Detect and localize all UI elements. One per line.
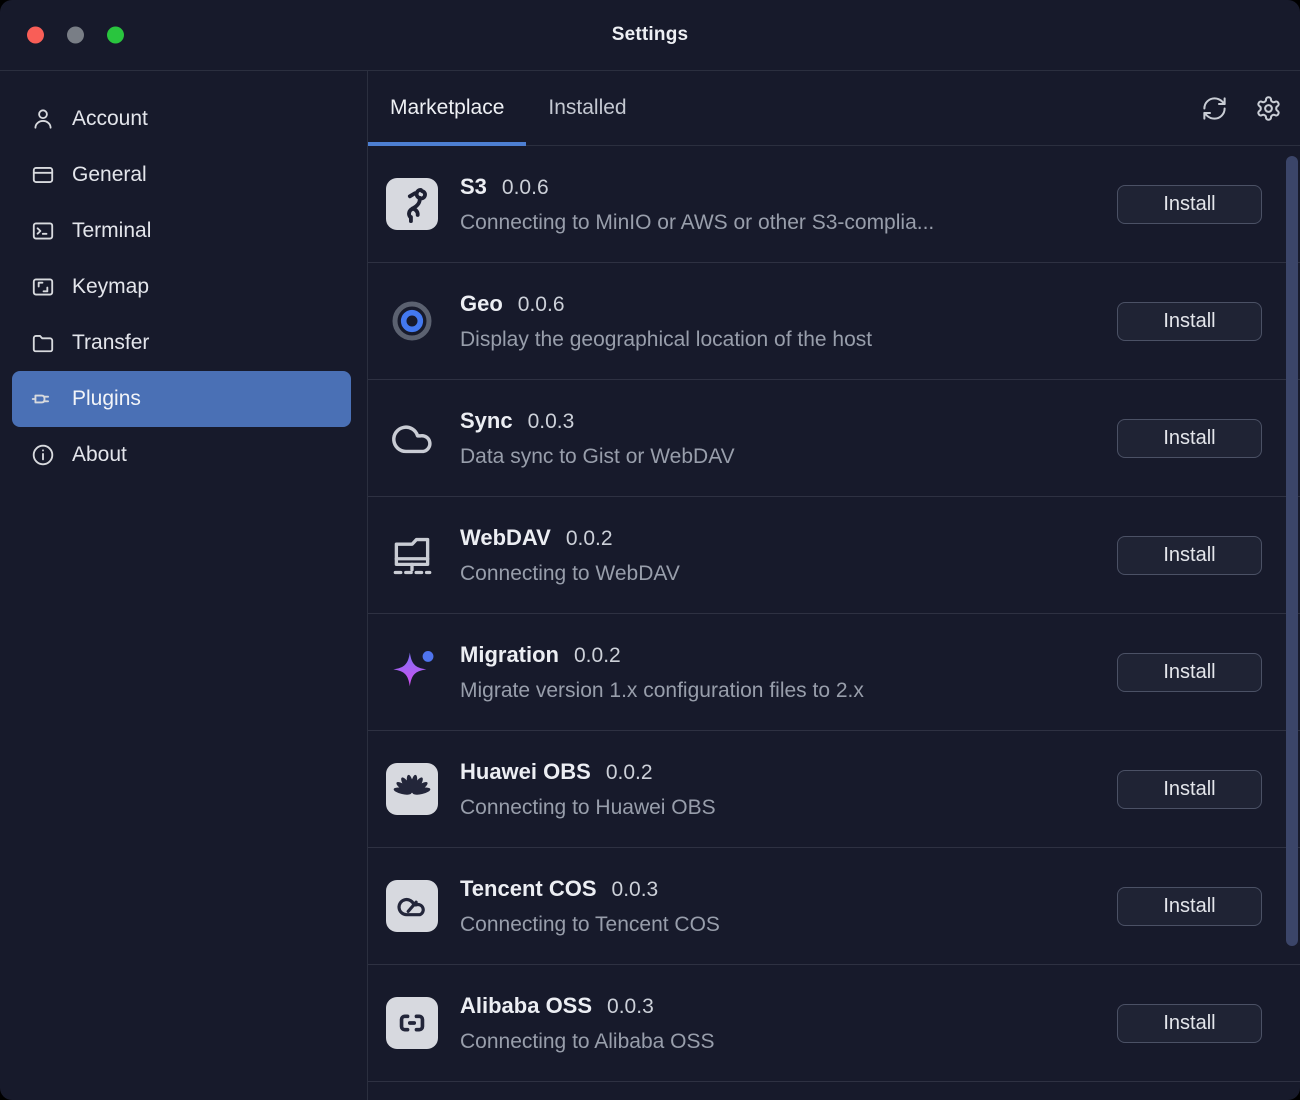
user-icon <box>30 106 56 132</box>
sparkle-icon <box>386 646 438 698</box>
zoom-button[interactable] <box>107 27 124 44</box>
plugin-row: Huawei OBS 0.0.2 Connecting to Huawei OBS… <box>368 731 1300 848</box>
sidebar-item-label: Account <box>72 107 148 131</box>
info-icon <box>30 442 56 468</box>
sidebar-list: Account General Terminal Keymap Transfer Plug… <box>0 91 367 483</box>
plugin-version: 0.0.3 <box>528 410 575 433</box>
titlebar: Settings <box>0 0 1300 71</box>
plugin-description: Display the geographical location of the… <box>460 328 1117 352</box>
plugin-version: 0.0.6 <box>502 176 549 199</box>
plugin-name: Geo <box>460 291 503 316</box>
plugin-row: S3 0.0.6 Connecting to MinIO or AWS or ot… <box>368 146 1300 263</box>
sidebar-item-label: Transfer <box>72 331 149 355</box>
cloud-icon <box>386 412 438 464</box>
sidebar-item-general[interactable]: General <box>12 147 351 203</box>
tencent-cloud-icon <box>386 880 438 932</box>
install-button[interactable]: Install <box>1117 770 1262 809</box>
alibaba-brackets-icon <box>386 997 438 1049</box>
sidebar-item-label: About <box>72 443 127 467</box>
keymap-icon <box>30 274 56 300</box>
tab-marketplace[interactable]: Marketplace <box>368 71 526 145</box>
plugin-list: S3 0.0.6 Connecting to MinIO or AWS or ot… <box>368 146 1300 1100</box>
install-button[interactable]: Install <box>1117 1004 1262 1043</box>
tabs-bar: MarketplaceInstalled <box>368 71 1300 146</box>
sidebar: Account General Terminal Keymap Transfer Plug… <box>0 71 368 1100</box>
plugin-description: Connecting to WebDAV <box>460 562 1117 586</box>
sidebar-item-transfer[interactable]: Transfer <box>12 315 351 371</box>
install-button[interactable]: Install <box>1117 653 1262 692</box>
install-button[interactable]: Install <box>1117 887 1262 926</box>
traffic-lights <box>27 27 124 44</box>
window-content: Account General Terminal Keymap Transfer Plug… <box>0 71 1300 1100</box>
sidebar-item-label: Keymap <box>72 275 149 299</box>
plugin-version: 0.0.6 <box>518 293 565 316</box>
plugin-version: 0.0.3 <box>612 878 659 901</box>
folder-icon <box>30 330 56 356</box>
install-button[interactable]: Install <box>1117 302 1262 341</box>
plugin-version: 0.0.2 <box>566 527 613 550</box>
settings-window: Settings Account General Terminal Keymap Tra… <box>0 0 1300 1100</box>
gear-icon[interactable] <box>1255 95 1282 122</box>
terminal-icon <box>30 218 56 244</box>
plugin-name: Huawei OBS <box>460 759 591 784</box>
huawei-flower-icon <box>386 763 438 815</box>
sidebar-item-label: General <box>72 163 147 187</box>
geo-target-icon <box>386 295 438 347</box>
plugin-row: Geo 0.0.6 Display the geographical locati… <box>368 263 1300 380</box>
plugin-description: Connecting to MinIO or AWS or other S3-c… <box>460 211 1117 235</box>
main-panel: MarketplaceInstalled <box>368 71 1300 1100</box>
minimize-button[interactable] <box>67 27 84 44</box>
plugin-version: 0.0.3 <box>607 995 654 1018</box>
sidebar-item-keymap[interactable]: Keymap <box>12 259 351 315</box>
sidebar-item-account[interactable]: Account <box>12 91 351 147</box>
plugin-description: Connecting to Alibaba OSS <box>460 1030 1117 1054</box>
plugin-row: Sync 0.0.3 Data sync to Gist or WebDAV In… <box>368 380 1300 497</box>
plug-icon <box>30 386 56 412</box>
sidebar-item-terminal[interactable]: Terminal <box>12 203 351 259</box>
s3-bird-icon <box>386 178 438 230</box>
sidebar-item-label: Terminal <box>72 219 151 243</box>
plugin-name: Sync <box>460 408 513 433</box>
plugin-description: Migrate version 1.x configuration files … <box>460 679 1117 703</box>
plugin-name: S3 <box>460 174 487 199</box>
sidebar-item-label: Plugins <box>72 387 141 411</box>
sidebar-item-plugins[interactable]: Plugins <box>12 371 351 427</box>
sidebar-item-about[interactable]: About <box>12 427 351 483</box>
plugin-description: Connecting to Tencent COS <box>460 913 1117 937</box>
plugin-name: WebDAV <box>460 525 551 550</box>
tabs: MarketplaceInstalled <box>368 71 649 145</box>
plugin-name: Alibaba OSS <box>460 993 592 1018</box>
tab-installed[interactable]: Installed <box>526 71 648 145</box>
plugin-row: WebDAV 0.0.2 Connecting to WebDAV Install <box>368 497 1300 614</box>
install-button[interactable]: Install <box>1117 419 1262 458</box>
plugin-version: 0.0.2 <box>574 644 621 667</box>
plugin-row: Alibaba OSS 0.0.3 Connecting to Alibaba O… <box>368 965 1300 1082</box>
plugin-name: Tencent COS <box>460 876 597 901</box>
plugin-description: Connecting to Huawei OBS <box>460 796 1117 820</box>
monitor-folder-icon <box>386 529 438 581</box>
refresh-icon[interactable] <box>1201 95 1228 122</box>
window-icon <box>30 162 56 188</box>
plugin-version: 0.0.2 <box>606 761 653 784</box>
plugin-name: Migration <box>460 642 559 667</box>
window-title: Settings <box>612 24 689 46</box>
scrollbar-thumb[interactable] <box>1286 156 1298 946</box>
plugin-row: Migration 0.0.2 Migrate version 1.x confi… <box>368 614 1300 731</box>
close-button[interactable] <box>27 27 44 44</box>
plugin-description: Data sync to Gist or WebDAV <box>460 445 1117 469</box>
plugin-row: Tencent COS 0.0.3 Connecting to Tencent C… <box>368 848 1300 965</box>
toolbar <box>1201 71 1282 145</box>
install-button[interactable]: Install <box>1117 185 1262 224</box>
install-button[interactable]: Install <box>1117 536 1262 575</box>
